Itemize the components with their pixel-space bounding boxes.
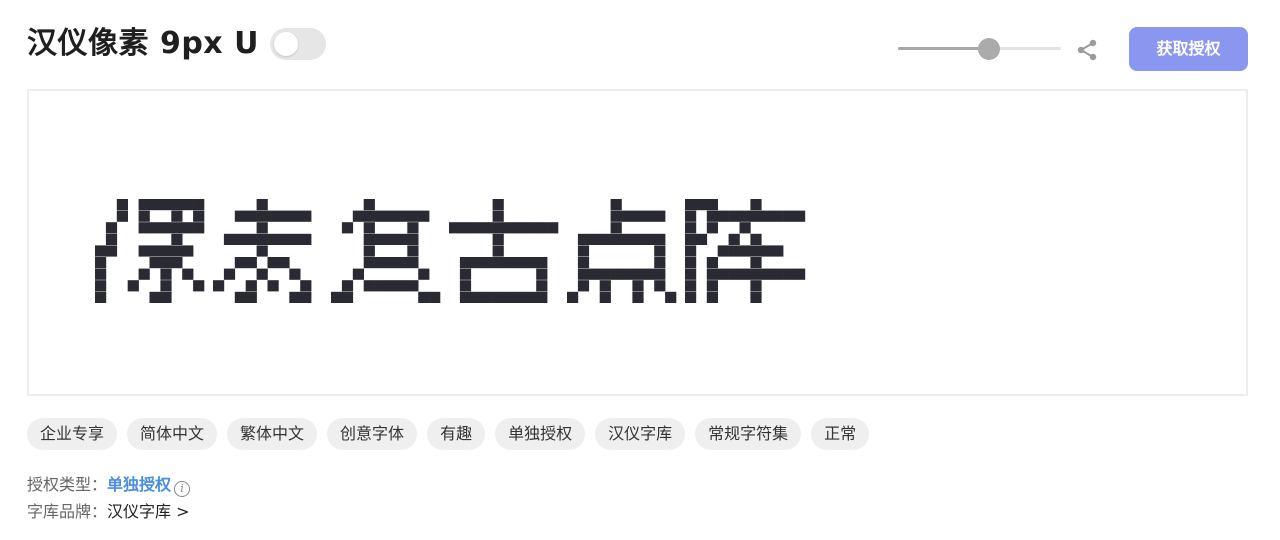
tag-6[interactable]: 汉仪字库	[595, 418, 686, 450]
preview-toggle[interactable]	[270, 28, 326, 60]
get-license-button[interactable]: 获取授权	[1129, 27, 1248, 71]
preview-glyph-1	[213, 199, 312, 303]
toggle-knob	[274, 32, 298, 56]
brand-link[interactable]: 汉仪字库 >	[107, 502, 190, 521]
license-type-row: 授权类型：单独授权 i	[27, 474, 191, 497]
preview-glyph-3	[449, 199, 559, 303]
tag-1[interactable]: 简体中文	[127, 418, 218, 450]
slider-thumb[interactable]	[978, 38, 1001, 60]
info-icon[interactable]: i	[174, 481, 191, 497]
preview-glyph-5	[685, 199, 806, 303]
font-title: 汉仪像素 9px U	[27, 26, 259, 61]
tag-list: 企业专享 简体中文 繁体中文 创意字体 有趣 单独授权 汉仪字库 常规字符集 正常	[27, 418, 870, 450]
slider-fill	[898, 47, 990, 50]
tag-2[interactable]: 繁体中文	[227, 418, 318, 450]
preview-glyph-4	[567, 199, 677, 303]
license-type-label: 授权类型：	[27, 475, 108, 494]
tag-8[interactable]: 正常	[811, 418, 870, 450]
brand-label: 字库品牌：	[27, 502, 108, 521]
font-preview-area	[27, 89, 1248, 396]
font-size-slider[interactable]	[898, 36, 1061, 62]
tag-0[interactable]: 企业专享	[27, 418, 118, 450]
preview-glyph-2	[331, 199, 441, 303]
tag-7[interactable]: 常规字符集	[695, 418, 802, 450]
preview-glyph-0	[95, 199, 205, 303]
license-type-link[interactable]: 单独授权	[107, 475, 171, 494]
tag-4[interactable]: 有趣	[427, 418, 486, 450]
tag-3[interactable]: 创意字体	[327, 418, 418, 450]
pixel-preview-text	[95, 199, 806, 303]
brand-row: 字库品牌：汉仪字库 >	[27, 501, 190, 523]
tag-5[interactable]: 单独授权	[495, 418, 586, 450]
share-icon[interactable]	[1075, 38, 1099, 62]
